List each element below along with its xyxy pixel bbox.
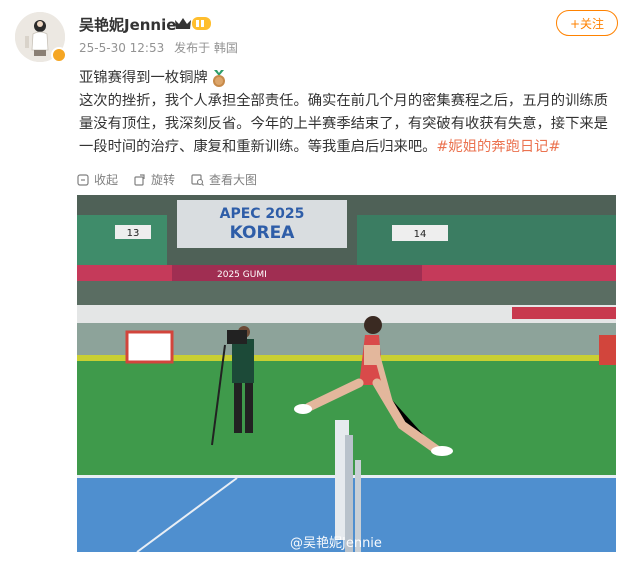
photo-watermark: @吴艳妮Jennie	[290, 536, 382, 551]
collect-button[interactable]: 收起	[77, 171, 118, 188]
post-title: 亚锦赛得到一枚铜牌	[79, 70, 208, 86]
ad-text: 2025 GUMI	[217, 270, 267, 280]
image-toolbar: 收起 旋转 查看大图	[77, 171, 273, 188]
weibo-post: 吴艳妮Jennie 25-5-30 12:53 发布于 韩国 +关注 亚锦赛得到…	[0, 0, 635, 570]
rotate-label: 旋转	[151, 173, 176, 187]
hashtag-link[interactable]: #妮姐的奔跑日记#	[436, 139, 560, 155]
zoom-image-icon	[191, 173, 204, 186]
vip-crown-icon	[175, 17, 211, 30]
collapse-icon	[77, 173, 89, 186]
post-meta: 25-5-30 12:53 发布于 韩国	[79, 39, 244, 56]
post-content: 亚锦赛得到一枚铜牌 这次的挫折，我个人承担全部责任。确实在前几个月的密集赛程之后…	[79, 67, 619, 159]
banner-text-2: KOREA	[230, 223, 296, 243]
follow-button[interactable]: +关注	[556, 10, 618, 36]
section-right: 14	[414, 229, 427, 240]
rotate-icon	[134, 173, 145, 186]
username[interactable]: 吴艳妮Jennie	[79, 14, 176, 35]
post-source: 发布于 韩国	[174, 41, 238, 55]
banner-text: APEC 2025	[220, 206, 305, 222]
post-photo[interactable]: APEC 2025 KOREA 13 14 2025 GUMI @吴艳妮Jenn…	[77, 195, 616, 552]
stadium-stands: APEC 2025 KOREA 13 14 2025 GUMI	[77, 195, 616, 323]
view-large-button[interactable]: 查看大图	[191, 171, 257, 188]
section-left: 13	[127, 228, 140, 239]
bronze-medal-icon	[212, 69, 225, 87]
view-large-label: 查看大图	[209, 173, 258, 187]
post-date[interactable]: 25-5-30 12:53	[79, 41, 164, 55]
collect-label: 收起	[94, 173, 119, 187]
verified-badge-icon	[51, 47, 67, 63]
rotate-button[interactable]: 旋转	[134, 171, 175, 188]
